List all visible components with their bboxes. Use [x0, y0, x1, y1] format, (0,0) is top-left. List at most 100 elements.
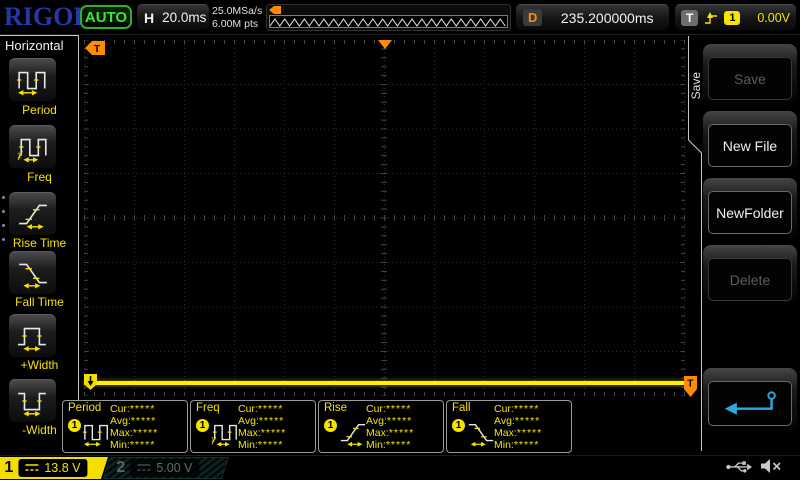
timebase-label: H [144, 10, 154, 26]
minus-width-icon [17, 385, 49, 417]
stat-value: ***** [387, 415, 412, 427]
new-file-button[interactable]: New File [708, 124, 792, 167]
fall-time-icon [17, 257, 49, 289]
stat-value: ***** [259, 415, 284, 427]
delay-value: 235.200000ms [552, 10, 662, 26]
measure-item-rise-time[interactable] [9, 192, 56, 235]
measure-label-pwidth: +Width [0, 358, 79, 372]
stat-label: Max: [110, 427, 133, 439]
stat-label: Cur: [494, 403, 514, 415]
measure-label-freq: Freq [0, 170, 79, 184]
menu-scroll-indicator [2, 196, 5, 241]
sample-rate: 25.0MSa/s [212, 5, 262, 18]
channel1-number: 1 [4, 459, 13, 477]
usb-icon [726, 459, 752, 474]
trigger-source-badge: 1 [724, 11, 740, 25]
softkey-new-file-group: New File [703, 111, 797, 173]
measure-label-period: Period [0, 103, 79, 117]
stat-value: ***** [131, 415, 156, 427]
stat-value: ***** [133, 427, 158, 439]
left-menu-title: Horizontal [5, 38, 64, 53]
stat-value: ***** [386, 403, 411, 415]
period-icon [83, 418, 111, 450]
channel1-status[interactable]: 1 13.8 V [0, 457, 108, 479]
left-menu-top-border [0, 35, 79, 36]
trigger-position-marker[interactable] [378, 40, 392, 49]
softkey-new-folder-group: NewFolder [703, 178, 797, 240]
trigger-status-box[interactable]: T 1 0.00V [675, 4, 796, 30]
svg-text:T: T [94, 44, 100, 55]
stat-value: ***** [261, 427, 286, 439]
channel1-scale: 13.8 V [44, 461, 80, 475]
measure-label-fall-time: Fall Time [0, 295, 79, 309]
stat-label: Max: [494, 427, 517, 439]
rise-time-icon [17, 198, 49, 230]
rising-edge-icon [704, 11, 718, 25]
waveform-overview-strip[interactable] [266, 4, 511, 31]
measurement-panel-period[interactable]: Period 1 Cur:***** Avg:***** Max:***** M… [62, 400, 188, 453]
measure-label-rise-time: Rise Time [0, 236, 79, 250]
delete-button[interactable]: Delete [708, 258, 792, 301]
measurement-panel-fall[interactable]: Fall 1 Cur:***** Avg:***** Max:***** Min… [446, 400, 572, 453]
panel-title: Rise [324, 402, 347, 414]
channel2-status[interactable]: 2 5.00 V [103, 457, 229, 479]
stat-label: Max: [366, 427, 389, 439]
source-badge: 1 [196, 419, 209, 432]
stat-value: ***** [130, 403, 155, 415]
stat-label: Avg: [238, 415, 259, 427]
stat-value: ***** [258, 403, 283, 415]
save-button[interactable]: Save [708, 57, 792, 100]
source-badge: 1 [452, 419, 465, 432]
overview-waveform [269, 15, 508, 28]
measure-item-period[interactable] [9, 58, 56, 101]
trigger-level-value: 0.00V [746, 11, 790, 25]
panel-title: Period [68, 402, 101, 414]
channel2-number: 2 [116, 459, 125, 477]
source-badge: 1 [68, 419, 81, 432]
channel2-scale: 5.00 V [156, 461, 192, 475]
freq-icon: 1 [17, 131, 49, 163]
oscilloscope-screen: RIGOL AUTO H 20.0ms 25.0MSa/s 6.00M pts … [0, 0, 800, 480]
stat-value: ***** [514, 403, 539, 415]
measurement-panel-freq[interactable]: Freq 1 1 Cur:***** Avg:***** Max:***** M… [190, 400, 316, 453]
delay-label: D [523, 9, 542, 26]
stat-label: Avg: [110, 415, 131, 427]
back-button[interactable] [708, 381, 792, 426]
softkey-back-group [703, 368, 797, 434]
horizontal-timebase-box[interactable]: H 20.0ms [137, 4, 209, 30]
trigger-label: T [681, 10, 698, 26]
speaker-muted-icon[interactable] [760, 458, 784, 474]
right-menu-tab-save: Save [689, 72, 703, 99]
rigol-logo: RIGOL [4, 2, 91, 32]
measure-item-pwidth[interactable] [9, 314, 56, 357]
softkey-save-group: Save [703, 44, 797, 106]
channel1-waveform [84, 381, 685, 385]
panel-title: Freq [196, 402, 220, 414]
system-status-icons [726, 458, 784, 474]
new-folder-button[interactable]: NewFolder [708, 191, 792, 234]
plus-width-icon [17, 320, 49, 352]
bottom-bar-divider [0, 455, 800, 456]
measure-item-fall-time[interactable] [9, 251, 56, 294]
fall-time-icon [467, 418, 495, 450]
trigger-delay-box[interactable]: D 235.200000ms [516, 4, 669, 30]
stat-label: Avg: [366, 415, 387, 427]
measure-item-freq[interactable]: 1 [9, 125, 56, 168]
memory-depth: 6.00M pts [212, 18, 262, 31]
stat-value: ***** [389, 427, 414, 439]
stat-label: Cur: [110, 403, 130, 415]
trigger-offscreen-left-icon [269, 6, 281, 14]
stat-label: Min: [110, 439, 130, 451]
stat-value: ***** [514, 439, 539, 451]
trigger-position-offscreen-icon[interactable]: T [85, 41, 105, 55]
softkey-delete-group: Delete [703, 245, 797, 307]
source-badge: 1 [324, 419, 337, 432]
measure-item-nwidth[interactable] [9, 379, 56, 422]
run-status-badge[interactable]: AUTO [80, 5, 132, 29]
period-icon [17, 64, 49, 96]
stat-label: Min: [494, 439, 514, 451]
stat-label: Cur: [238, 403, 258, 415]
channel1-offset-marker[interactable] [84, 374, 97, 391]
dc-coupling-icon [137, 463, 150, 473]
measurement-panel-rise[interactable]: Rise 1 Cur:***** Avg:***** Max:***** Min… [318, 400, 444, 453]
